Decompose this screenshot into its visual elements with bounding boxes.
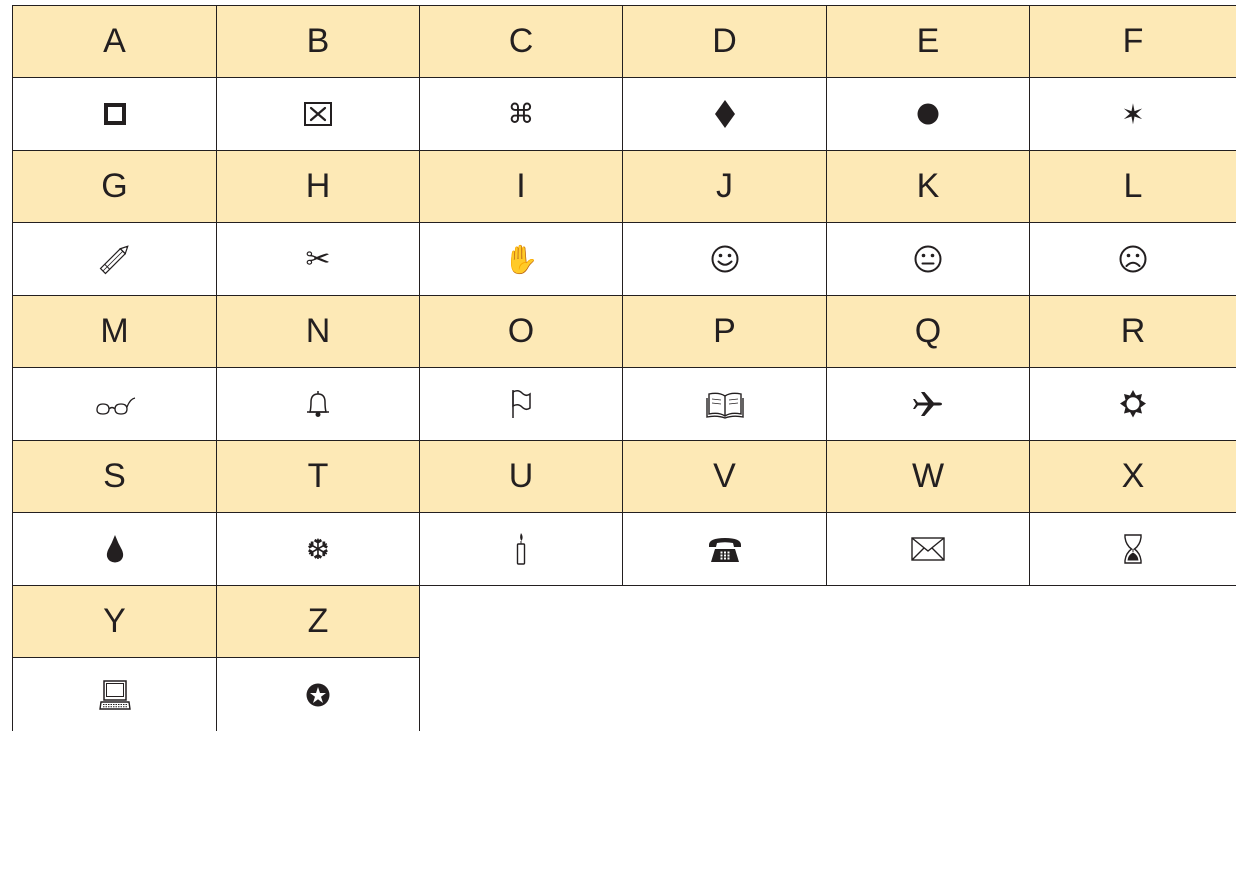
letter-cell: R (1030, 296, 1236, 368)
boxed-x-icon (298, 94, 338, 134)
letter-cell: A (12, 6, 217, 78)
symbol-cell (217, 658, 420, 731)
letter-cell: I (420, 151, 623, 223)
letter-cell: J (623, 151, 827, 223)
symbol-cell (12, 513, 217, 586)
command-key-icon: ⌘ (501, 94, 541, 134)
symbol-cell (217, 78, 420, 151)
symbol-cell (12, 658, 217, 731)
scissors-icon: ✂ (298, 239, 338, 279)
letter-cell: K (827, 151, 1030, 223)
svg-text:✋: ✋ (504, 243, 539, 276)
symbol-cell (420, 513, 623, 586)
empty-cell (623, 586, 827, 658)
snowflake-icon: ❆ (298, 529, 338, 569)
star-in-circle-icon (298, 675, 338, 715)
symbol-cell (827, 368, 1030, 441)
letter-cell: Q (827, 296, 1030, 368)
letter-cell: V (623, 441, 827, 513)
letter-cell: L (1030, 151, 1236, 223)
airplane-icon (908, 384, 948, 424)
six-point-star-icon: ✶ (1113, 94, 1153, 134)
symbol-cell (12, 223, 217, 296)
symbol-cell (623, 223, 827, 296)
symbol-cell (1030, 368, 1236, 441)
letter-cell: U (420, 441, 623, 513)
letter-cell: S (12, 441, 217, 513)
envelope-icon (908, 529, 948, 569)
pencil-icon (95, 239, 135, 279)
svg-text:✶: ✶ (1121, 98, 1144, 131)
letter-cell: E (827, 6, 1030, 78)
symbol-cell (623, 78, 827, 151)
symbol-table: A B C D E F ⌘ ✶ G H I J K L ✂ ✋ M N O P Q R S T U V W X ❆ Y Z (12, 5, 1236, 876)
symbol-cell (1030, 513, 1236, 586)
smiley-face-icon (705, 239, 745, 279)
letter-cell: W (827, 441, 1030, 513)
empty-cell (420, 586, 623, 658)
flag-icon (501, 384, 541, 424)
letter-cell: G (12, 151, 217, 223)
empty-cell (827, 586, 1030, 658)
letter-cell: N (217, 296, 420, 368)
hollow-square-icon (95, 94, 135, 134)
letter-cell: O (420, 296, 623, 368)
symbol-cell (420, 368, 623, 441)
letter-cell: T (217, 441, 420, 513)
symbol-cell: ✶ (1030, 78, 1236, 151)
symbol-cell (623, 368, 827, 441)
letter-cell: F (1030, 6, 1236, 78)
hourglass-icon (1113, 529, 1153, 569)
candle-icon (501, 529, 541, 569)
svg-text:❆: ❆ (306, 533, 329, 566)
letter-cell: X (1030, 441, 1236, 513)
symbol-cell (12, 78, 217, 151)
sun-icon (1113, 384, 1153, 424)
svg-text:⌘: ⌘ (508, 99, 535, 130)
symbol-cell (623, 513, 827, 586)
symbol-cell (827, 513, 1030, 586)
droplet-icon (95, 529, 135, 569)
diamond-icon (705, 94, 745, 134)
telephone-icon (705, 529, 745, 569)
symbol-cell: ✋ (420, 223, 623, 296)
symbol-cell (827, 78, 1030, 151)
neutral-face-icon (908, 239, 948, 279)
empty-cell (827, 658, 1030, 731)
letter-cell: H (217, 151, 420, 223)
bell-icon (298, 384, 338, 424)
open-book-icon (705, 384, 745, 424)
symbol-cell (827, 223, 1030, 296)
svg-text:✂: ✂ (305, 242, 330, 277)
computer-icon (95, 675, 135, 715)
symbol-cell (1030, 223, 1236, 296)
symbol-cell: ❆ (217, 513, 420, 586)
filled-circle-icon (908, 94, 948, 134)
empty-cell (623, 658, 827, 731)
empty-cell (420, 658, 623, 731)
symbol-cell: ✂ (217, 223, 420, 296)
letter-cell: M (12, 296, 217, 368)
letter-cell: B (217, 6, 420, 78)
letter-cell: C (420, 6, 623, 78)
letter-cell: Z (217, 586, 420, 658)
letter-cell: P (623, 296, 827, 368)
hand-icon: ✋ (501, 239, 541, 279)
symbol-cell (217, 368, 420, 441)
frowning-face-icon (1113, 239, 1153, 279)
symbol-cell (12, 368, 217, 441)
eyeglasses-icon (95, 384, 135, 424)
empty-cell (1030, 586, 1236, 658)
empty-cell (1030, 658, 1236, 731)
symbol-cell: ⌘ (420, 78, 623, 151)
letter-cell: D (623, 6, 827, 78)
letter-cell: Y (12, 586, 217, 658)
